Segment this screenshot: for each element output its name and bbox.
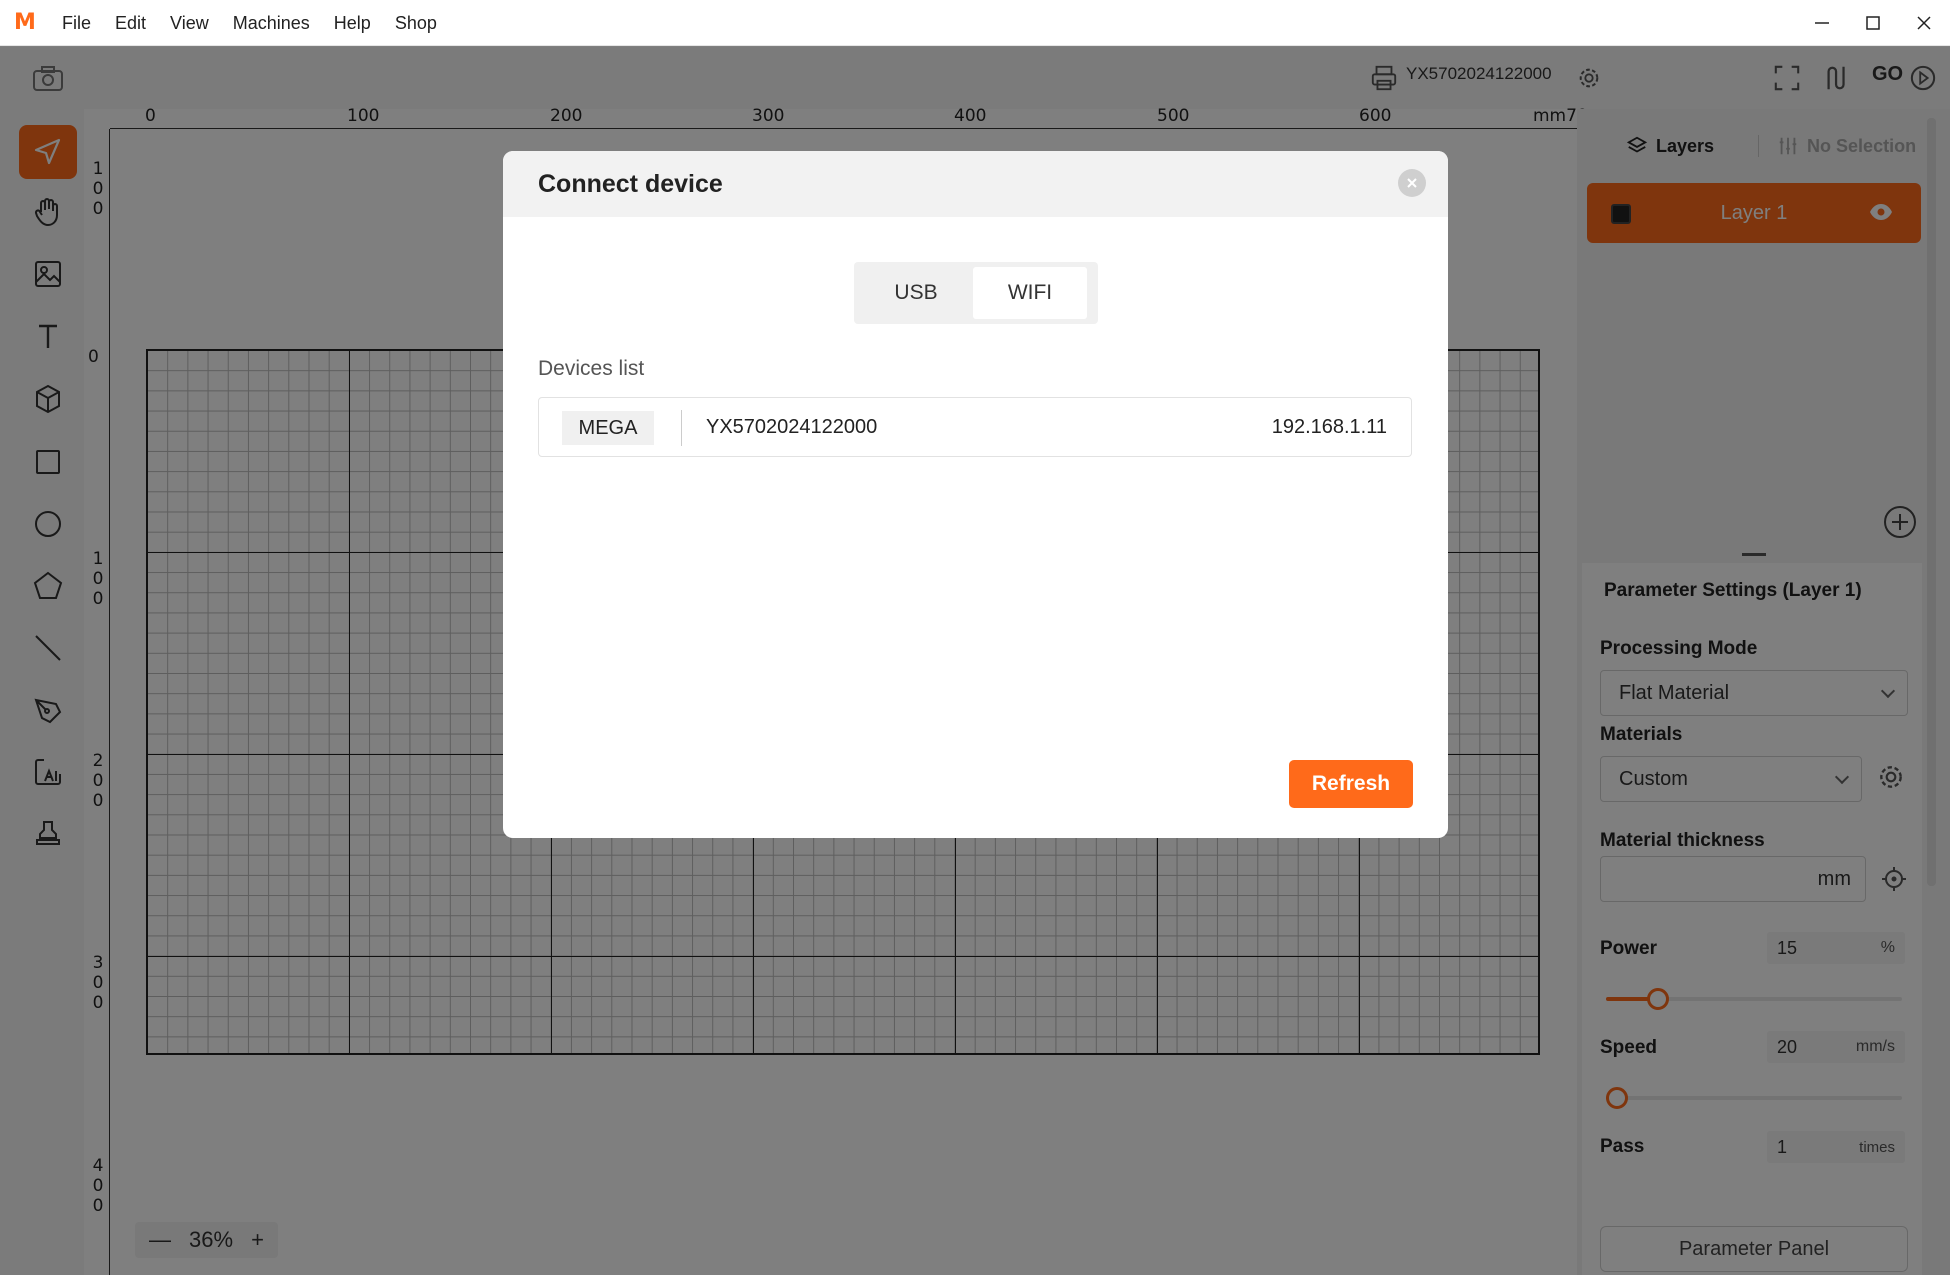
divider: [681, 410, 682, 446]
menu-machines[interactable]: Machines: [233, 0, 310, 46]
tab-wifi[interactable]: WIFI: [973, 267, 1087, 319]
minimize-icon: [1815, 22, 1829, 24]
connect-device-dialog: Connect device USB WIFI Devices list MEG…: [503, 151, 1448, 838]
menu-edit[interactable]: Edit: [115, 0, 146, 46]
menu-bar: File Edit View Machines Help Shop: [62, 0, 461, 46]
dialog-title: Connect device: [538, 170, 723, 198]
dialog-close-button[interactable]: [1398, 169, 1426, 197]
menu-shop[interactable]: Shop: [395, 0, 437, 46]
menu-file[interactable]: File: [62, 0, 91, 46]
maximize-icon: [1866, 16, 1880, 30]
device-serial: YX5702024122000: [706, 416, 878, 438]
connection-type-toggle: USB WIFI: [854, 262, 1098, 324]
device-list-item[interactable]: MEGA YX5702024122000 192.168.1.11: [538, 397, 1412, 457]
menu-view[interactable]: View: [170, 0, 209, 46]
refresh-button[interactable]: Refresh: [1289, 760, 1413, 808]
maximize-button[interactable]: [1848, 0, 1898, 46]
tab-usb[interactable]: USB: [859, 267, 973, 319]
device-ip: 192.168.1.11: [1271, 416, 1387, 438]
close-icon: [1917, 16, 1931, 30]
device-model-badge: MEGA: [562, 411, 654, 445]
app-logo: M: [14, 10, 36, 35]
close-icon: [1407, 178, 1417, 188]
minimize-button[interactable]: [1797, 0, 1847, 46]
close-window-button[interactable]: [1899, 0, 1949, 46]
devices-list-label: Devices list: [538, 357, 645, 380]
menu-help[interactable]: Help: [334, 0, 371, 46]
dialog-header: Connect device: [503, 151, 1448, 217]
title-bar: M File Edit View Machines Help Shop: [0, 0, 1950, 46]
